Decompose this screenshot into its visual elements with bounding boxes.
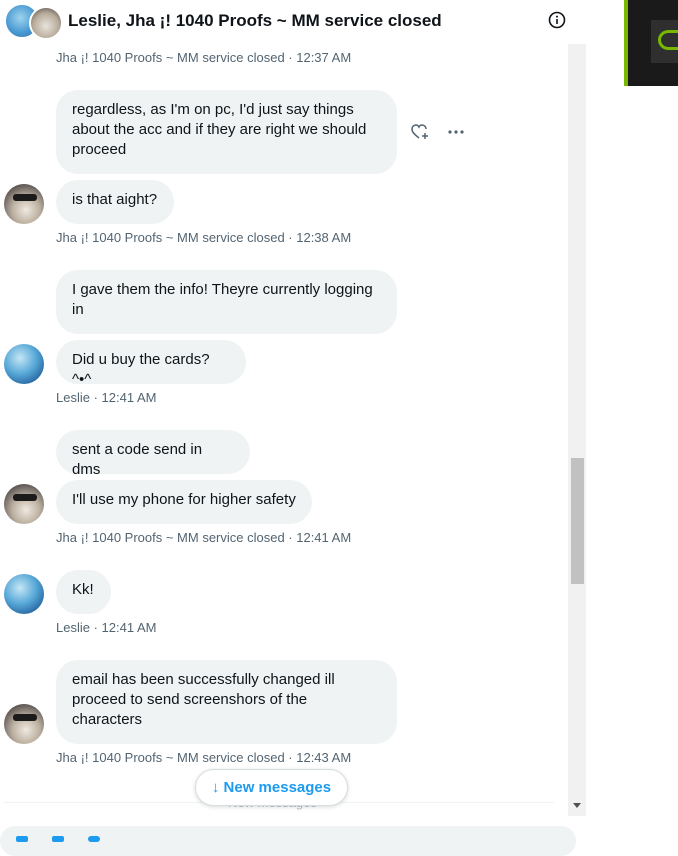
message-composer[interactable] [0, 826, 576, 856]
message-bubble[interactable]: email has been successfully changed ill … [56, 660, 397, 744]
message-bubble[interactable]: sent a code send in dms [56, 430, 250, 478]
jha-avatar[interactable] [4, 484, 44, 524]
message-bubble[interactable]: I gave them the info! Theyre currently l… [56, 270, 397, 334]
message-meta: Jha ¡! 1040 Proofs ~ MM service closed ·… [56, 230, 352, 245]
nvidia-logo-icon [658, 30, 678, 50]
info-icon [548, 11, 566, 29]
info-button[interactable] [548, 11, 566, 29]
jha-avatar [29, 6, 63, 40]
gif-icon[interactable] [52, 836, 64, 842]
more-options-icon[interactable] [446, 122, 466, 147]
emoji-icon[interactable] [88, 836, 100, 842]
message-meta: Leslie · 12:41 AM [56, 620, 157, 635]
scrollbar-thumb[interactable] [571, 458, 584, 584]
jha-avatar[interactable] [4, 184, 44, 224]
leslie-avatar[interactable] [4, 344, 44, 384]
message-bubble[interactable]: I'll use my phone for higher safety [56, 480, 312, 524]
message-bubble[interactable]: is that aight? [56, 180, 174, 224]
message-bubble[interactable]: regardless, as I'm on pc, I'd just say t… [56, 90, 397, 174]
message-list[interactable]: Jha ¡! 1040 Proofs ~ MM service closed ·… [0, 44, 586, 816]
add-reaction-icon[interactable] [410, 122, 430, 147]
message-bubble[interactable]: Did u buy the cards? ^•^ [56, 340, 246, 388]
leslie-avatar[interactable] [4, 574, 44, 614]
message-actions [410, 120, 470, 144]
message-meta: Leslie · 12:41 AM [56, 390, 157, 405]
media-icon[interactable] [16, 836, 28, 842]
new-messages-button[interactable]: ↓ New messages [195, 769, 348, 806]
message-bubble[interactable]: Kk! [56, 570, 111, 614]
group-avatars[interactable] [5, 4, 63, 40]
side-app-thumbnail[interactable] [624, 0, 678, 86]
jha-avatar[interactable] [4, 704, 44, 744]
conversation-header: Leslie, Jha ¡! 1040 Proofs ~ MM service … [0, 0, 586, 44]
message-meta: Jha ¡! 1040 Proofs ~ MM service closed ·… [56, 750, 352, 765]
scroll-down-arrow-icon[interactable] [573, 803, 581, 808]
conversation-title[interactable]: Leslie, Jha ¡! 1040 Proofs ~ MM service … [68, 11, 442, 31]
message-meta: Jha ¡! 1040 Proofs ~ MM service closed ·… [56, 530, 352, 545]
scrollbar-track[interactable] [568, 44, 586, 816]
message-meta: Jha ¡! 1040 Proofs ~ MM service closed ·… [56, 50, 352, 65]
